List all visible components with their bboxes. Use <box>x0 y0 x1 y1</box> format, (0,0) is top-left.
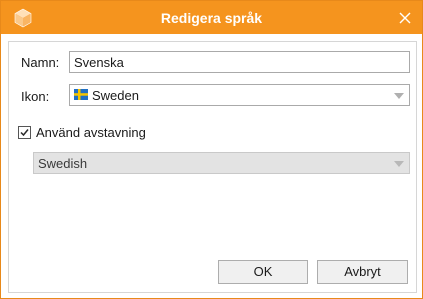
name-input[interactable] <box>69 51 410 73</box>
hyphenation-language-value: Swedish <box>38 156 88 171</box>
ok-button[interactable]: OK <box>218 260 308 284</box>
checkmark-icon <box>20 129 29 137</box>
close-icon[interactable] <box>394 7 416 29</box>
edit-language-dialog: Redigera språk Namn: Ikon: Sweden An <box>0 0 423 299</box>
hyphenation-language-dropdown: Swedish <box>33 152 410 174</box>
cancel-button[interactable]: Avbryt <box>317 260 408 284</box>
cube-icon <box>14 8 32 28</box>
dialog-body: Namn: Ikon: Sweden Använd avstavning Swe… <box>8 41 417 293</box>
dialog-title: Redigera språk <box>160 10 263 26</box>
icon-dropdown[interactable]: Sweden <box>69 84 410 106</box>
sweden-flag-icon <box>74 89 88 100</box>
title-bar[interactable]: Redigera språk <box>1 1 422 34</box>
chevron-down-icon <box>394 161 404 167</box>
name-label: Namn: <box>21 55 60 70</box>
chevron-down-icon <box>394 93 404 99</box>
hyphenation-label[interactable]: Använd avstavning <box>36 125 146 140</box>
icon-dropdown-value: Sweden <box>92 88 139 103</box>
hyphenation-checkbox[interactable] <box>18 126 31 139</box>
icon-label: Ikon: <box>21 89 50 104</box>
